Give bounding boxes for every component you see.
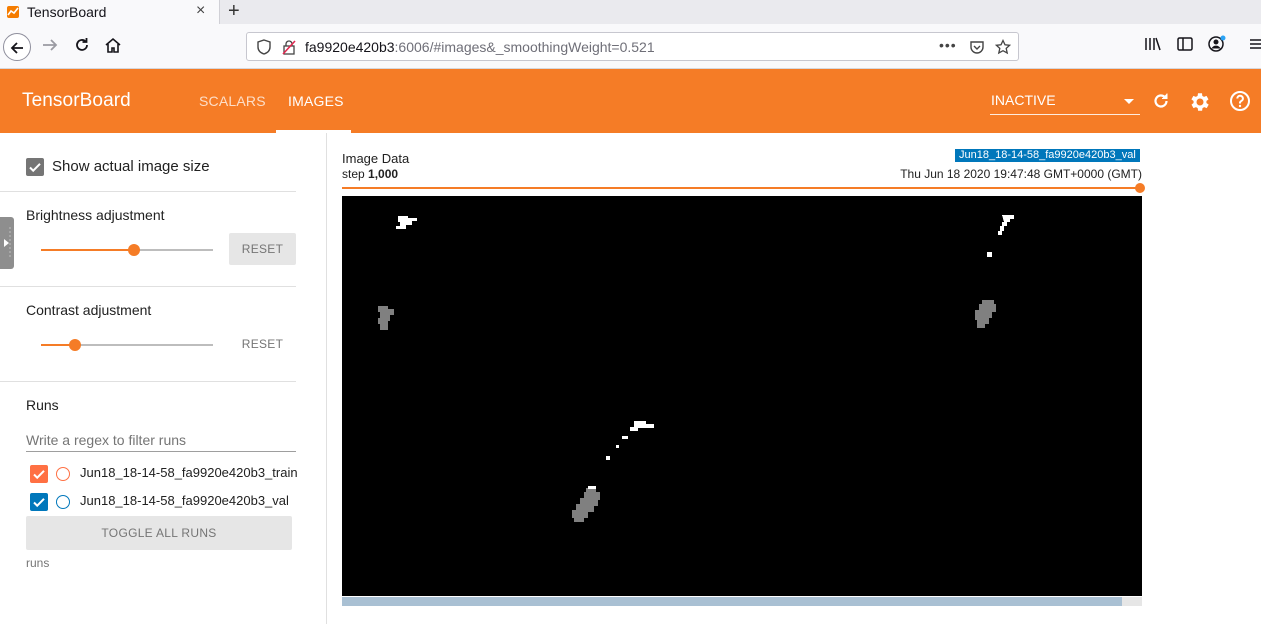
reload-icon [76,38,88,51]
dropdown-caret-icon [1124,99,1134,104]
help-icon [1230,91,1250,111]
image-horizontal-scrollbar[interactable] [342,597,1142,606]
gear-icon [1191,93,1209,111]
settings-button[interactable] [1188,90,1212,119]
run-filter-input[interactable] [26,428,296,452]
browser-tab-strip: TensorBoard × + [0,0,1261,24]
image-card-run-tag: Jun18_18-14-58_fa9920e420b3_val [955,149,1140,162]
tensorboard-favicon-icon [7,6,19,18]
toggle-all-runs-button[interactable]: TOGGLE ALL RUNS [26,516,292,550]
contrast-title: Contrast adjustment [26,302,152,318]
brightness-slider-thumb[interactable] [128,244,140,256]
brightness-reset-button[interactable]: RESET [229,233,296,265]
url-host: fa9920e420b3 [305,39,395,55]
reload-interval-select[interactable]: INACTIVE [990,91,1140,115]
forward-button[interactable] [40,35,60,60]
run-val-color-swatch [56,495,70,509]
home-icon [105,37,121,53]
refresh-icon [1154,93,1168,108]
help-button[interactable] [1229,90,1251,117]
checkmark-icon [33,470,45,480]
show-actual-size-label: Show actual image size [52,158,210,175]
back-button[interactable] [3,33,31,61]
contrast-slider-thumb[interactable] [69,339,81,351]
show-actual-size-checkbox[interactable] [26,158,44,176]
step-slider-track[interactable] [342,187,1140,189]
insecure-lock-icon[interactable] [281,39,297,60]
checkmark-icon [29,163,41,173]
forward-arrow-icon [43,39,58,51]
refresh-button[interactable] [1150,90,1172,117]
image-data-canvas [342,196,1142,596]
image-card-date: Thu Jun 18 2020 19:47:48 GMT+0000 (GMT) [900,167,1142,181]
tensorboard-header: TensorBoard SCALARS IMAGES INACTIVE [0,69,1261,133]
library-icon[interactable] [1144,35,1162,58]
menu-icon[interactable] [1248,35,1261,58]
back-arrow-icon [10,42,23,54]
pocket-icon[interactable] [969,39,985,60]
reload-button[interactable] [72,35,92,60]
step-slider-thumb[interactable] [1135,183,1145,193]
section-divider [0,381,296,382]
section-divider [0,286,296,287]
url-bar[interactable]: fa9920e420b3:6006/#images&_smoothingWeig… [246,32,1019,61]
brightness-slider-track[interactable] [134,249,213,251]
step-value: 1,000 [368,167,399,181]
run-train-label: Jun18_18-14-58_fa9920e420b3_train [80,465,298,480]
url-text: fa9920e420b3:6006/#images&_smoothingWeig… [305,39,655,55]
shield-icon[interactable] [256,39,272,60]
contrast-slider-track[interactable] [75,344,213,346]
tab-images[interactable]: IMAGES [288,93,344,109]
account-icon[interactable] [1207,35,1227,58]
contrast-reset-button[interactable]: RESET [229,328,296,360]
page-actions-icon[interactable]: ••• [939,37,957,53]
browser-navbar: fa9920e420b3:6006/#images&_smoothingWeig… [0,24,1261,69]
image-card-step: step 1,000 [342,167,398,181]
runs-title: Runs [26,397,59,413]
url-path: :6006/#images&_smoothingWeight=0.521 [394,39,655,55]
run-val-checkbox[interactable] [30,493,48,511]
browser-tab[interactable]: TensorBoard × [0,0,220,24]
segmentation-image [378,215,1014,522]
brand-title: TensorBoard [22,90,131,111]
runs-footer-label: runs [26,556,50,570]
collapse-arrow-icon [4,227,11,259]
home-button[interactable] [103,35,123,60]
scrollbar-thumb[interactable] [342,597,1122,606]
tab-title: TensorBoard [27,4,107,20]
sidebar: Show actual image size Brightness adjust… [0,133,327,624]
reload-select-value: INACTIVE [991,92,1056,108]
checkmark-icon [33,498,45,508]
run-train-color-swatch [56,467,70,481]
run-val-label: Jun18_18-14-58_fa9920e420b3_val [80,493,289,508]
tab-scalars[interactable]: SCALARS [199,93,266,109]
image-card-title: Image Data [342,151,410,166]
new-tab-button[interactable]: + [228,0,240,22]
tab-close-icon[interactable]: × [196,2,205,20]
section-divider [0,191,296,192]
sidebar-collapse-handle[interactable] [0,217,14,269]
run-train-checkbox[interactable] [30,465,48,483]
brightness-title: Brightness adjustment [26,207,165,223]
bookmark-star-icon[interactable] [994,38,1012,60]
sidebar-toggle-icon[interactable] [1176,35,1194,58]
brightness-slider-fill [41,249,134,251]
step-prefix: step [342,167,369,181]
